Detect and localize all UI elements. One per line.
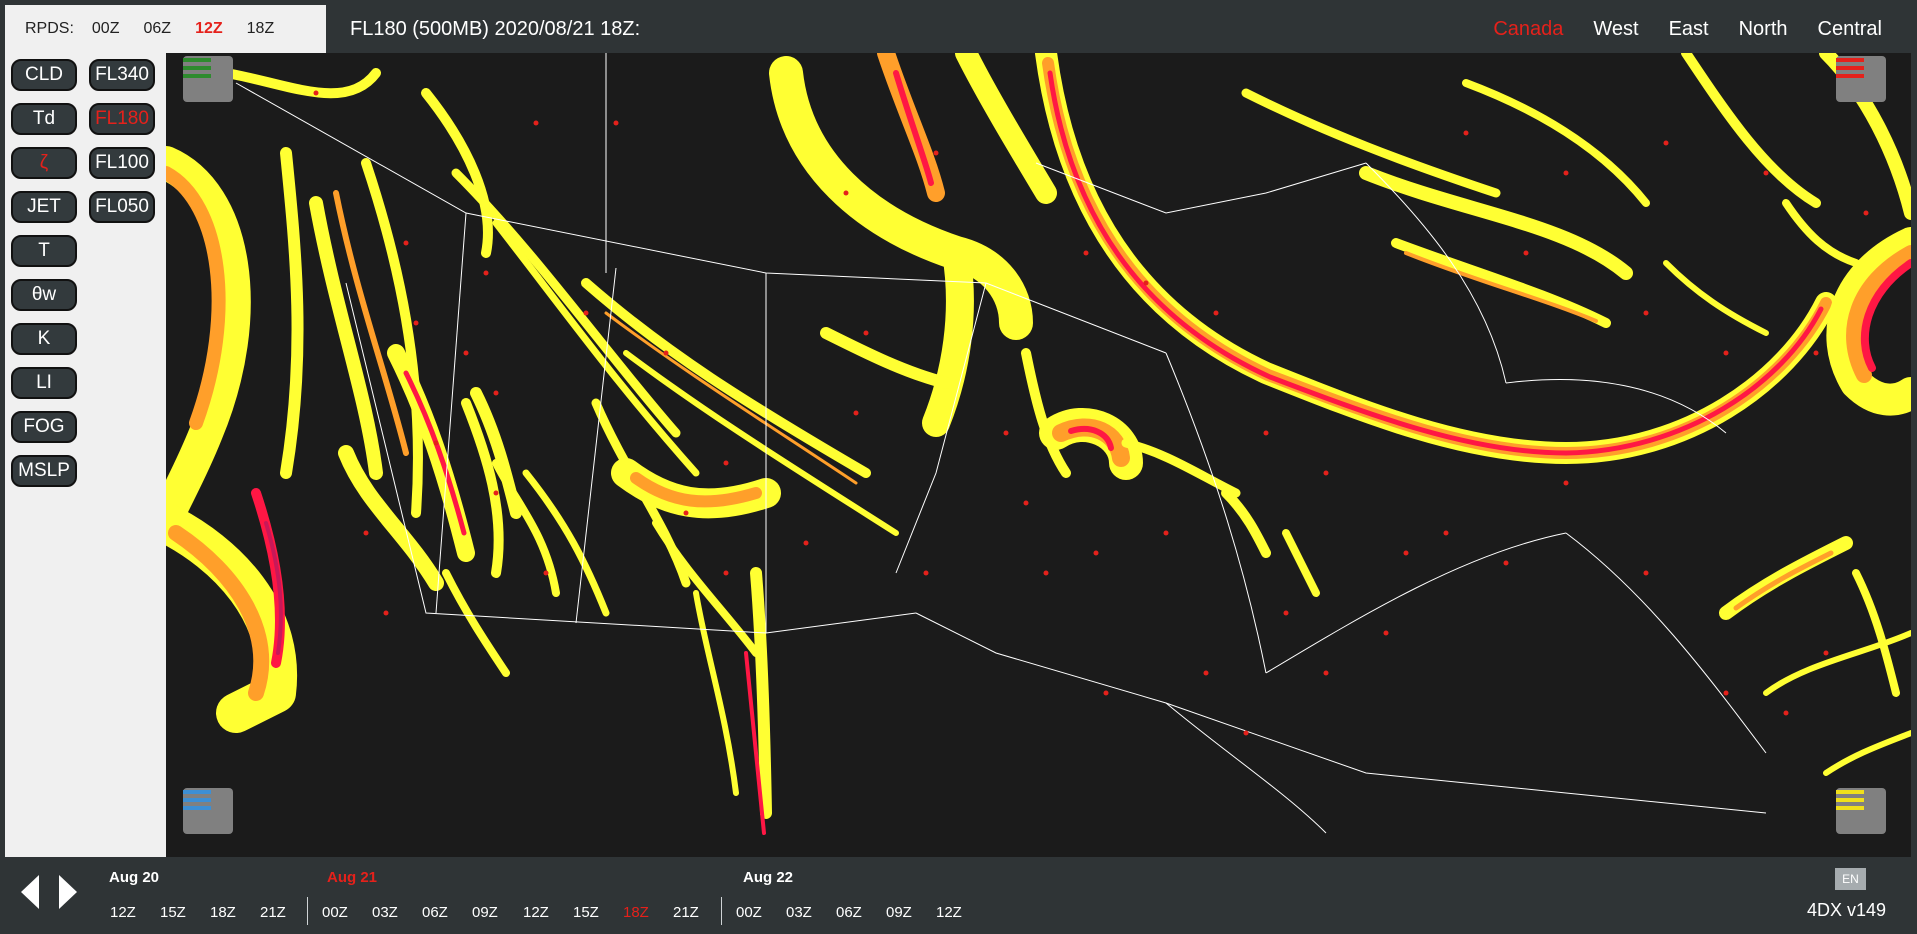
hour-aug20-18z[interactable]: 18Z bbox=[210, 904, 236, 921]
hour-aug21-09z[interactable]: 09Z bbox=[472, 904, 498, 921]
run-00z[interactable]: 00Z bbox=[92, 20, 120, 38]
product-thetaw-button[interactable]: θw bbox=[11, 279, 77, 311]
day-aug-22[interactable]: Aug 22 bbox=[743, 869, 793, 886]
product-k-button[interactable]: K bbox=[11, 323, 77, 355]
hour-aug20-21z[interactable]: 21Z bbox=[260, 904, 286, 921]
map-menu-button-bottom-left[interactable] bbox=[183, 788, 233, 834]
run-18z[interactable]: 18Z bbox=[247, 20, 275, 38]
product-panel: CLD Td ζ JET T θw K LI FOG MSLP FL340 FL… bbox=[5, 53, 166, 857]
level-fl050-button[interactable]: FL050 bbox=[89, 191, 155, 223]
turbulence-layer bbox=[166, 53, 1911, 835]
level-fl100-button[interactable]: FL100 bbox=[89, 147, 155, 179]
region-east[interactable]: East bbox=[1669, 18, 1709, 41]
hour-aug22-12z[interactable]: 12Z bbox=[936, 904, 962, 921]
product-fog-button[interactable]: FOG bbox=[11, 411, 77, 443]
language-toggle-button[interactable]: EN bbox=[1835, 868, 1866, 890]
hour-aug21-15z[interactable]: 15Z bbox=[573, 904, 599, 921]
hamburger-menu-icon bbox=[1836, 790, 1864, 810]
level-fl180-button[interactable]: FL180 bbox=[89, 103, 155, 135]
hour-aug20-15z[interactable]: 15Z bbox=[160, 904, 186, 921]
top-bar: FL180 (500MB) 2020/08/21 18Z: Canada Wes… bbox=[326, 5, 1912, 53]
level-fl340-button[interactable]: FL340 bbox=[89, 59, 155, 91]
hour-aug22-00z[interactable]: 00Z bbox=[736, 904, 762, 921]
day-aug-20[interactable]: Aug 20 bbox=[109, 869, 159, 886]
run-selector-label: RPDS: bbox=[25, 20, 74, 37]
hour-aug21-06z[interactable]: 06Z bbox=[422, 904, 448, 921]
product-t-button[interactable]: T bbox=[11, 235, 77, 267]
hamburger-menu-icon bbox=[183, 790, 211, 810]
run-selector: RPDS: 00Z 06Z 12Z 18Z bbox=[5, 5, 326, 53]
product-cld-button[interactable]: CLD bbox=[11, 59, 77, 91]
hour-aug22-09z[interactable]: 09Z bbox=[886, 904, 912, 921]
product-td-button[interactable]: Td bbox=[11, 103, 77, 135]
hour-aug22-06z[interactable]: 06Z bbox=[836, 904, 862, 921]
previous-arrow-icon[interactable] bbox=[19, 873, 41, 911]
hour-aug21-21z[interactable]: 21Z bbox=[673, 904, 699, 921]
run-12z[interactable]: 12Z bbox=[195, 20, 223, 38]
hour-aug21-12z[interactable]: 12Z bbox=[523, 904, 549, 921]
day-aug-21[interactable]: Aug 21 bbox=[327, 869, 377, 886]
hamburger-menu-icon bbox=[183, 58, 211, 78]
map-menu-button-top-left[interactable] bbox=[183, 56, 233, 102]
day-separator bbox=[307, 897, 308, 925]
map-menu-button-top-right[interactable] bbox=[1836, 56, 1886, 102]
product-vorticity-button[interactable]: ζ bbox=[11, 147, 77, 179]
hamburger-menu-icon bbox=[1836, 58, 1864, 78]
run-06z[interactable]: 06Z bbox=[143, 20, 171, 38]
product-jet-button[interactable]: JET bbox=[11, 191, 77, 223]
version-label: 4DX v149 bbox=[1807, 900, 1887, 920]
region-north[interactable]: North bbox=[1739, 18, 1788, 41]
map-title: FL180 (500MB) 2020/08/21 18Z: bbox=[350, 17, 641, 40]
hour-aug21-00z[interactable]: 00Z bbox=[322, 904, 348, 921]
map-menu-button-bottom-right[interactable] bbox=[1836, 788, 1886, 834]
hour-aug21-03z[interactable]: 03Z bbox=[372, 904, 398, 921]
hour-aug20-12z[interactable]: 12Z bbox=[110, 904, 136, 921]
product-li-button[interactable]: LI bbox=[11, 367, 77, 399]
region-west[interactable]: West bbox=[1593, 18, 1638, 41]
region-central[interactable]: Central bbox=[1818, 18, 1882, 41]
region-nav: Canada West East North Central bbox=[1493, 5, 1912, 53]
weather-map[interactable] bbox=[166, 53, 1911, 857]
timeline-bar: Aug 20 Aug 21 Aug 22 12Z 15Z 18Z 21Z 00Z… bbox=[5, 857, 1912, 929]
region-canada[interactable]: Canada bbox=[1493, 18, 1563, 41]
day-separator bbox=[721, 897, 722, 925]
hour-aug22-03z[interactable]: 03Z bbox=[786, 904, 812, 921]
product-mslp-button[interactable]: MSLP bbox=[11, 455, 77, 487]
next-arrow-icon[interactable] bbox=[57, 873, 79, 911]
hour-aug21-18z[interactable]: 18Z bbox=[623, 904, 649, 921]
